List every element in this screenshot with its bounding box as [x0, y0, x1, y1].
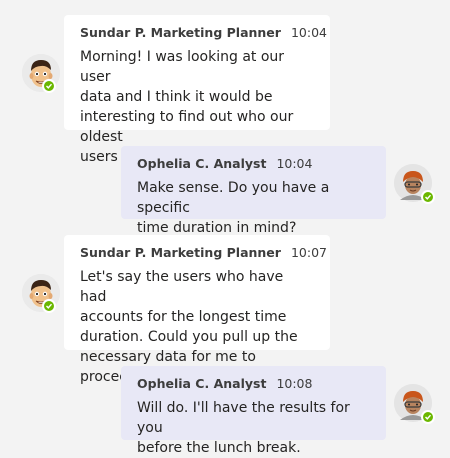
presence-available-icon: [421, 410, 435, 424]
message-text: Will do. I'll have the results for you b…: [137, 398, 370, 458]
message-line: Will do. I'll have the results for you: [137, 400, 350, 436]
message-time: 10:04: [290, 25, 327, 40]
message-bubble-outgoing[interactable]: Ophelia C. Analyst 10:08 Will do. I'll ha…: [121, 366, 386, 456]
presence-available-icon: [421, 190, 435, 204]
message-header: Ophelia C. Analyst 10:08: [137, 376, 370, 392]
message-line: Make sense. Do you have a specific: [137, 180, 330, 216]
sender-name[interactable]: Sundar P. Marketing Planner: [80, 25, 281, 40]
message-line: Let's say the users who have had: [80, 269, 284, 305]
presence-available-icon: [42, 299, 56, 313]
sender-name[interactable]: Sundar P. Marketing Planner: [80, 245, 281, 260]
message-time: 10:04: [276, 156, 313, 171]
message-bubble-incoming[interactable]: Sundar P. Marketing Planner 10:04 Morning…: [64, 15, 330, 165]
message-line: before the lunch break.: [137, 440, 301, 456]
message-line: accounts for the longest time: [80, 309, 287, 325]
message-header: Ophelia C. Analyst 10:04: [137, 156, 370, 172]
message-header: Sundar P. Marketing Planner 10:04: [80, 25, 327, 41]
message-time: 10:07: [290, 245, 327, 260]
message-line: interesting to find out who our oldest: [80, 109, 294, 145]
message-bubble-outgoing[interactable]: Ophelia C. Analyst 10:04 Make sense. Do y…: [121, 146, 386, 236]
message-line: data and I think it would be: [80, 89, 273, 105]
message-bubble-incoming[interactable]: Sundar P. Marketing Planner 10:07 Let's s…: [64, 235, 330, 385]
message-time: 10:08: [276, 376, 313, 391]
presence-available-icon: [42, 79, 56, 93]
sender-name[interactable]: Ophelia C. Analyst: [137, 156, 266, 171]
message-line: duration. Could you pull up the: [80, 329, 298, 345]
message-text: Make sense. Do you have a specific time …: [137, 178, 370, 238]
message-header: Sundar P. Marketing Planner 10:07: [80, 245, 327, 261]
message-line: Morning! I was looking at our user: [80, 49, 285, 85]
sender-name[interactable]: Ophelia C. Analyst: [137, 376, 266, 391]
